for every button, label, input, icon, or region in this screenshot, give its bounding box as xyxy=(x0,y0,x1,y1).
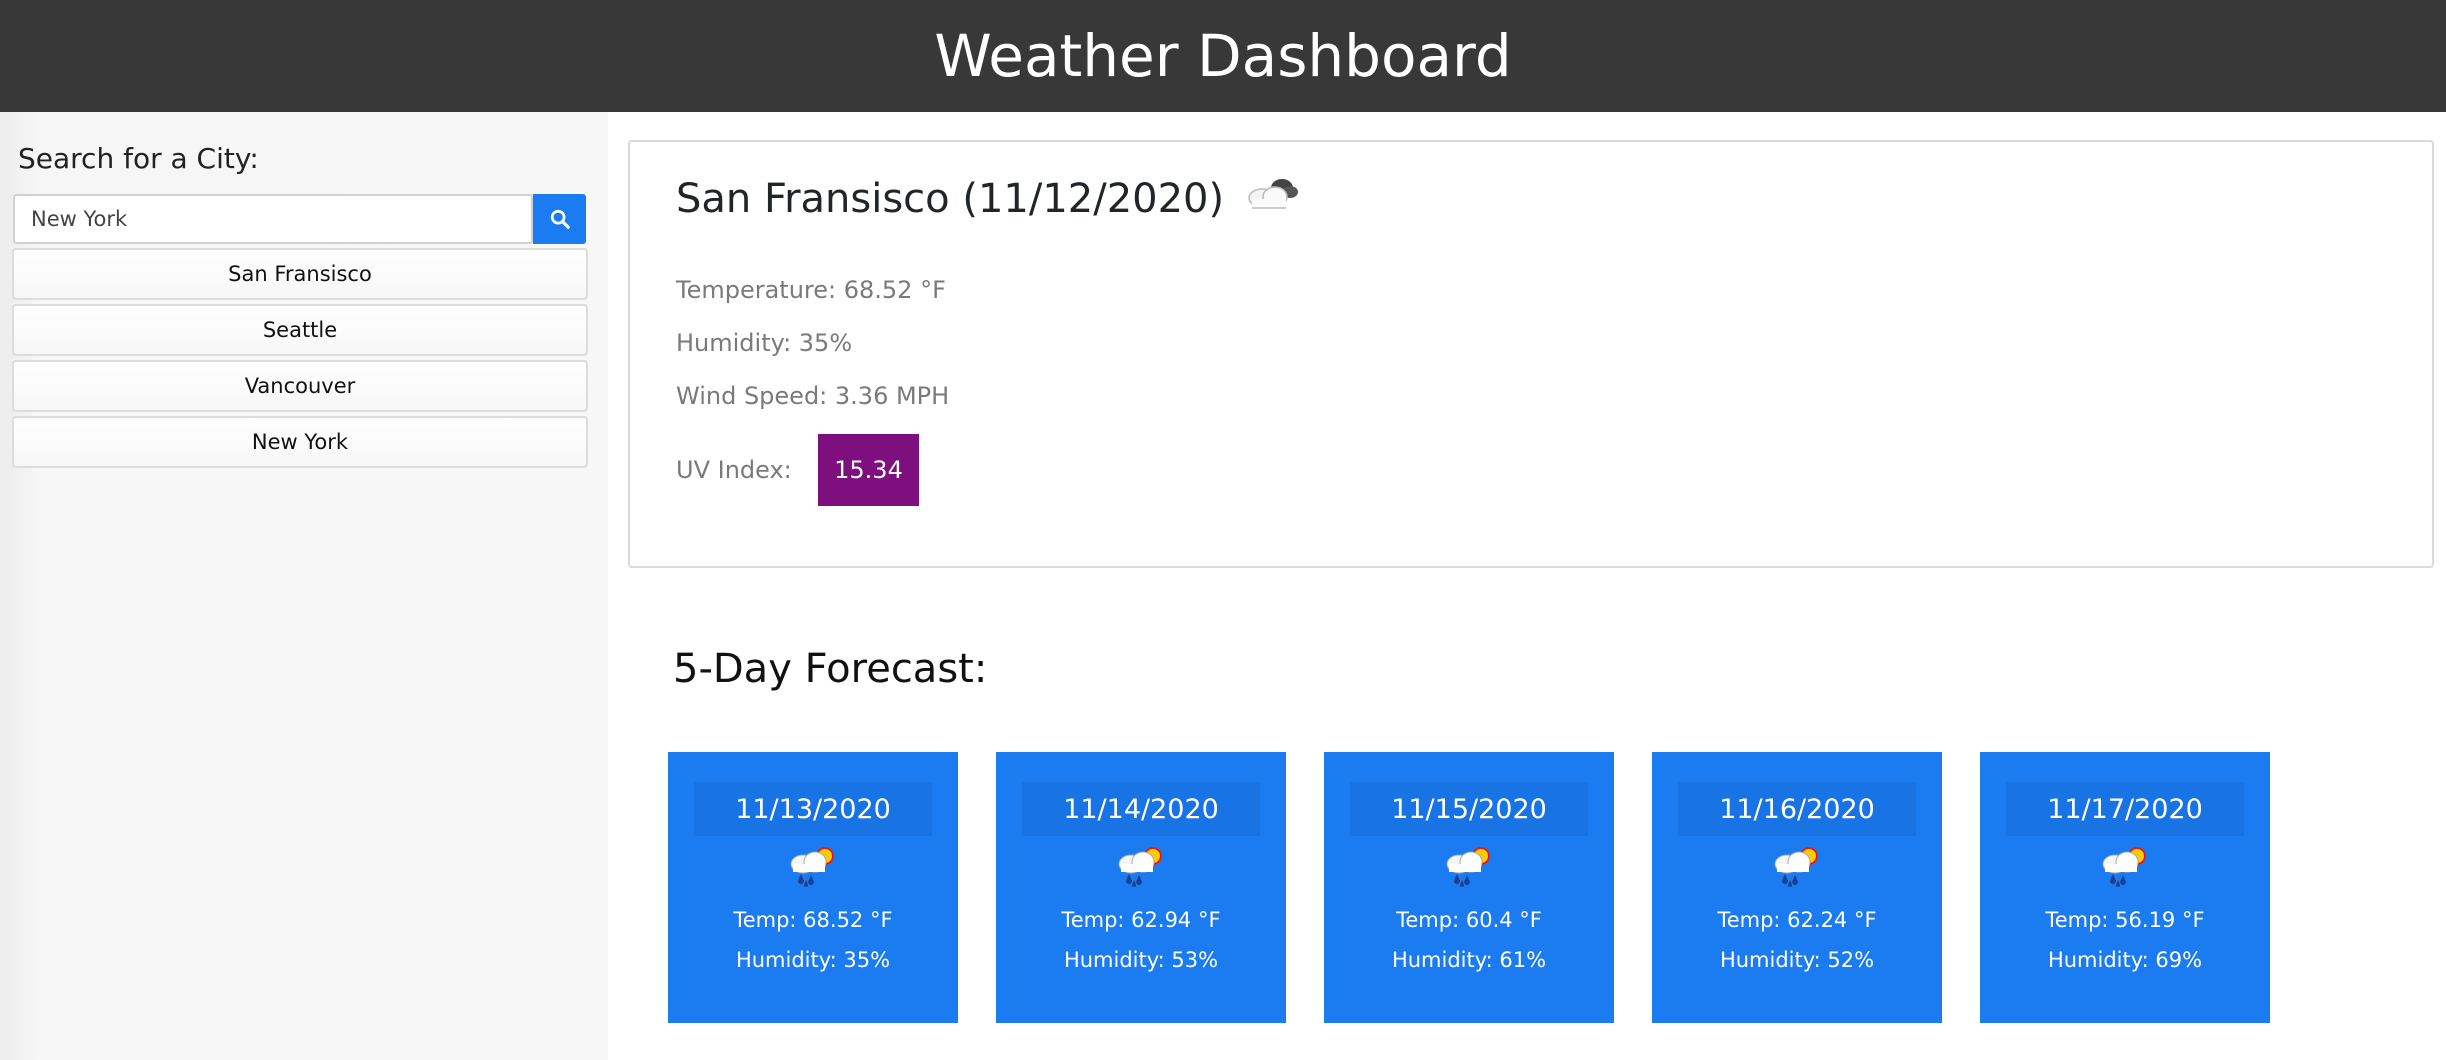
forecast-humidity: Humidity: 35% xyxy=(735,948,891,972)
uv-index-badge: 15.34 xyxy=(818,434,919,506)
current-city-title: San Fransisco (11/12/2020) xyxy=(676,176,1225,222)
forecast-humidity: Humidity: 69% xyxy=(2047,948,2203,972)
city-history-button[interactable]: Seattle xyxy=(12,304,588,356)
forecast-humidity: Humidity: 61% xyxy=(1391,948,1547,972)
rain-sun-icon xyxy=(1113,844,1169,888)
search-history-list: San Fransisco Seattle Vancouver New York xyxy=(12,248,588,472)
forecast-humidity: Humidity: 53% xyxy=(1063,948,1219,972)
search-label: Search for a City: xyxy=(18,142,259,175)
forecast-card: 11/14/2020 Temp: 62.94 °F Humidity: 53% xyxy=(996,752,1286,1023)
uv-index-label: UV Index: xyxy=(676,456,792,484)
forecast-date: 11/13/2020 xyxy=(694,782,932,836)
forecast-temp: Temp: 60.4 °F xyxy=(1396,908,1542,932)
rain-sun-icon xyxy=(1769,844,1825,888)
forecast-temp: Temp: 68.52 °F xyxy=(733,908,893,932)
forecast-date: 11/14/2020 xyxy=(1022,782,1260,836)
forecast-humidity: Humidity: 52% xyxy=(1719,948,1875,972)
forecast-heading: 5-Day Forecast: xyxy=(673,646,988,692)
search-icon xyxy=(550,209,570,229)
current-wind-speed: Wind Speed: 3.36 MPH xyxy=(676,382,950,410)
rain-sun-icon xyxy=(2097,844,2153,888)
city-history-button[interactable]: San Fransisco xyxy=(12,248,588,300)
forecast-card: 11/17/2020 Temp: 56.19 °F Humidity: 69% xyxy=(1980,752,2270,1023)
current-temperature: Temperature: 68.52 °F xyxy=(676,276,946,304)
forecast-temp: Temp: 56.19 °F xyxy=(2045,908,2205,932)
forecast-date: 11/16/2020 xyxy=(1678,782,1916,836)
city-search-input[interactable] xyxy=(13,194,533,244)
search-button[interactable] xyxy=(533,194,586,244)
forecast-temp: Temp: 62.24 °F xyxy=(1717,908,1877,932)
app-header: Weather Dashboard xyxy=(0,0,2446,112)
partly-cloudy-icon xyxy=(1242,174,1300,224)
rain-sun-icon xyxy=(785,844,841,888)
forecast-temp: Temp: 62.94 °F xyxy=(1061,908,1221,932)
current-city-heading: San Fransisco (11/12/2020) xyxy=(676,174,1300,224)
app-title: Weather Dashboard xyxy=(934,22,1512,90)
city-history-button[interactable]: New York xyxy=(12,416,588,468)
forecast-card: 11/16/2020 Temp: 62.24 °F Humidity: 52% xyxy=(1652,752,1942,1023)
current-weather-card: San Fransisco (11/12/2020) Temperature: … xyxy=(628,140,2434,568)
sidebar: Search for a City: San Fransisco Seattle… xyxy=(0,112,608,1060)
city-history-button[interactable]: Vancouver xyxy=(12,360,588,412)
current-humidity: Humidity: 35% xyxy=(676,329,853,357)
rain-sun-icon xyxy=(1441,844,1497,888)
forecast-card: 11/13/2020 Temp: 68.52 °F Humidity: 35% xyxy=(668,752,958,1023)
forecast-date: 11/15/2020 xyxy=(1350,782,1588,836)
forecast-date: 11/17/2020 xyxy=(2006,782,2244,836)
forecast-card: 11/15/2020 Temp: 60.4 °F Humidity: 61% xyxy=(1324,752,1614,1023)
